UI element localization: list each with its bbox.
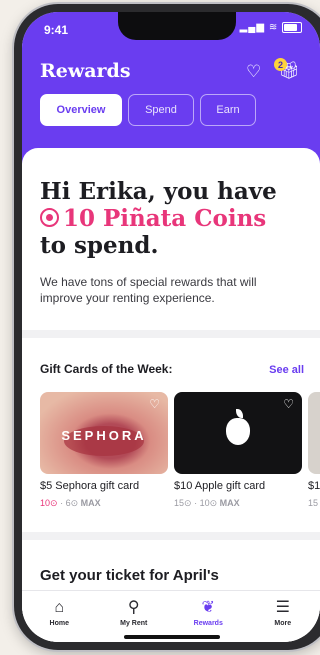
menu-icon: ☰ bbox=[275, 599, 290, 616]
coin-icon: ⊙ bbox=[50, 498, 58, 508]
home-icon: ⌂ bbox=[54, 599, 65, 616]
gift-card-price: 15⊙ · 10⊙ MAX bbox=[174, 498, 240, 508]
coin-icon: ⊙ bbox=[184, 498, 192, 508]
gift-card-label: $10 Apple gift card bbox=[174, 480, 266, 492]
max-label: MAX bbox=[219, 498, 240, 508]
gift-card-apple[interactable]: ♡ bbox=[174, 392, 302, 474]
favorites-heart-icon[interactable]: ♡ bbox=[246, 62, 261, 82]
gift-card-sephora[interactable]: SEPHORA ♡ bbox=[40, 392, 168, 474]
rewards-icon: ❦ bbox=[201, 599, 215, 616]
wifi-icon: ≋ bbox=[268, 22, 279, 34]
price-coins: 10 bbox=[40, 498, 51, 508]
favorite-heart-icon[interactable]: ♡ bbox=[283, 397, 294, 411]
app-screen: 9:41 ▂▄▆ ≋ Rewards ♡ 🎁︎ 2 Overview Spend… bbox=[22, 12, 320, 642]
gift-card-label: $5 Sephora gift card bbox=[40, 480, 140, 492]
section-divider bbox=[22, 532, 320, 540]
home-indicator bbox=[124, 635, 220, 639]
gift-card-partial[interactable] bbox=[308, 392, 320, 474]
nav-label: Rewards bbox=[193, 620, 223, 627]
coin-balance: 10 Piñata Coins bbox=[40, 205, 308, 232]
see-all-link[interactable]: See all bbox=[269, 364, 304, 376]
greeting-line3: to spend. bbox=[40, 232, 159, 259]
nav-label: Home bbox=[49, 620, 69, 627]
greeting-line1: Hi Erika, you have bbox=[40, 178, 277, 205]
max-label: MAX bbox=[80, 498, 101, 508]
hero-subtext: We have tons of special rewards that wil… bbox=[40, 275, 257, 305]
coin-icon: ⊙ bbox=[70, 498, 79, 508]
status-icons: ▂▄▆ ≋ bbox=[240, 22, 302, 33]
favorite-heart-icon[interactable]: ♡ bbox=[149, 397, 160, 411]
gift-cards-title: Gift Cards of the Week: bbox=[40, 362, 173, 376]
apple-logo-icon bbox=[226, 409, 250, 445]
price-max: 10 bbox=[199, 498, 210, 508]
price-coins: 15 bbox=[174, 498, 185, 508]
price-coins: 15 bbox=[308, 498, 319, 508]
sephora-logo: SEPHORA bbox=[61, 428, 147, 443]
battery-icon bbox=[282, 22, 302, 33]
coin-balance-text: 10 Piñata Coins bbox=[63, 205, 267, 232]
notch bbox=[118, 12, 236, 40]
pinata-coin-icon bbox=[40, 208, 59, 227]
tab-earn[interactable]: Earn bbox=[200, 94, 256, 126]
rent-icon: ⚲ bbox=[127, 599, 140, 616]
gift-card-price: 15 bbox=[308, 498, 318, 508]
nav-label: More bbox=[274, 620, 292, 627]
nav-label: My Rent bbox=[120, 620, 148, 627]
section-divider bbox=[22, 330, 320, 338]
gift-count-badge: 2 bbox=[274, 58, 287, 71]
nav-item-more[interactable]: ☰ More bbox=[246, 591, 320, 642]
nav-item-home[interactable]: ⌂ Home bbox=[22, 591, 97, 642]
status-time: 9:41 bbox=[44, 23, 69, 37]
rewards-tabs: Overview Spend Earn bbox=[40, 94, 256, 126]
tab-spend[interactable]: Spend bbox=[128, 94, 194, 126]
coin-icon: ⊙ bbox=[209, 498, 218, 508]
gift-card-price: 10⊙ · 6⊙ MAX bbox=[40, 498, 101, 508]
page-title: Rewards bbox=[40, 60, 131, 82]
signal-icon: ▂▄▆ bbox=[239, 22, 266, 34]
ticket-section-title: Get your ticket for April's bbox=[40, 567, 219, 584]
gift-card-label: $1 bbox=[308, 480, 320, 492]
tab-overview[interactable]: Overview bbox=[40, 94, 122, 126]
greeting-headline: Hi Erika, you have 10 Piñata Coins to sp… bbox=[40, 178, 308, 259]
